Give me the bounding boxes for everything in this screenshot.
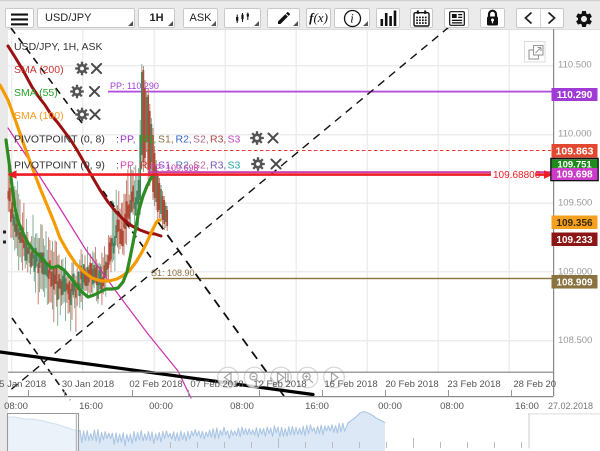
svg-text:02 Feb 2018: 02 Feb 2018 (129, 379, 182, 390)
svg-text:108.909: 108.909 (556, 277, 593, 288)
svg-text:16:00: 16:00 (515, 401, 539, 412)
svg-text:SMA (100): SMA (100) (14, 110, 64, 122)
svg-text:08:00: 08:00 (230, 401, 254, 412)
svg-text:30 Jan 2018: 30 Jan 2018 (62, 379, 114, 390)
svg-text:S1,: S1, (158, 134, 174, 146)
svg-text:25 Jan 2018: 25 Jan 2018 (0, 379, 46, 390)
svg-text:109.698: 109.698 (556, 170, 593, 181)
svg-text:PP,: PP, (120, 134, 136, 146)
svg-text:R3,: R3, (210, 160, 226, 172)
svg-text:00:00: 00:00 (378, 401, 402, 412)
svg-text:R1,: R1, (140, 134, 156, 146)
svg-text:PP: 109.698: PP: 109.698 (149, 163, 199, 173)
svg-text:08:00: 08:00 (4, 401, 28, 412)
svg-text:PIVOTPOINT (0, 9): PIVOTPOINT (0, 9) (14, 160, 105, 172)
svg-text:USD/JPY, 1H, ASK: USD/JPY, 1H, ASK (14, 41, 103, 53)
svg-text:i: i (350, 11, 354, 25)
svg-text:S2,: S2, (193, 134, 209, 146)
svg-text:SMA (200): SMA (200) (14, 64, 64, 76)
svg-text:23 Feb 2018: 23 Feb 2018 (447, 379, 500, 390)
svg-text:109.863: 109.863 (556, 145, 594, 157)
svg-text:SMA (55): SMA (55) (14, 87, 58, 99)
svg-text:R3,: R3, (210, 134, 226, 146)
svg-text:S1: 108.90: S1: 108.90 (151, 268, 195, 278)
svg-text:16 Feb 2018: 16 Feb 2018 (324, 379, 377, 390)
svg-text:109.356: 109.356 (556, 218, 593, 229)
svg-text:27.02.2018: 27.02.2018 (548, 401, 593, 411)
svg-text::: : (116, 160, 119, 172)
svg-text:109.500: 109.500 (558, 198, 592, 209)
svg-text::: : (116, 134, 119, 146)
svg-text:00:00: 00:00 (149, 401, 173, 412)
svg-text:110.500: 110.500 (558, 60, 592, 71)
svg-text:109.233: 109.233 (556, 235, 593, 246)
svg-text:PP: 110.290: PP: 110.290 (110, 81, 159, 91)
svg-text:07 Feb 2018: 07 Feb 2018 (190, 379, 243, 390)
svg-text:16:00: 16:00 (305, 401, 329, 412)
svg-text:109.68800: 109.68800 (493, 170, 541, 181)
svg-text:16:00: 16:00 (79, 401, 103, 412)
svg-text:110.000: 110.000 (558, 129, 592, 140)
svg-text:08:00: 08:00 (440, 401, 464, 412)
svg-text:12 Feb 2018: 12 Feb 2018 (253, 379, 306, 390)
svg-text:20 Feb 2018: 20 Feb 2018 (385, 379, 438, 390)
svg-text:PP,: PP, (120, 160, 136, 172)
svg-text:S3: S3 (228, 160, 241, 172)
svg-text:R2,: R2, (176, 134, 192, 146)
svg-text:110.290: 110.290 (557, 90, 593, 101)
svg-text:108.500: 108.500 (558, 335, 592, 346)
svg-text:S3: S3 (228, 134, 241, 146)
svg-text:PIVOTPOINT (0, 8): PIVOTPOINT (0, 8) (14, 134, 105, 146)
